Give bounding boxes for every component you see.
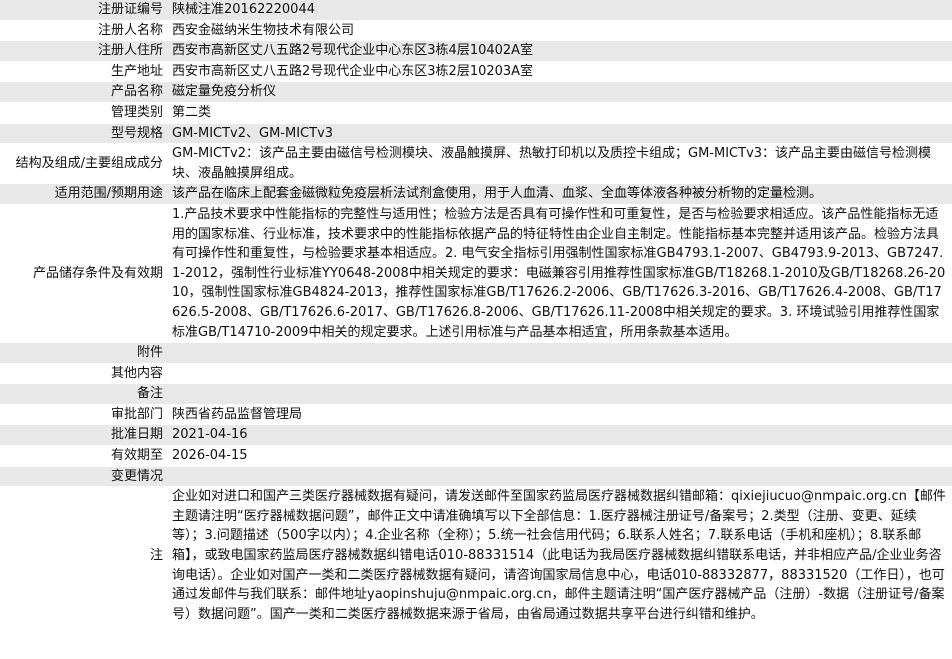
row-storage-validity: 产品储存条件及有效期 1.产品技术要求中性能指标的完整性与适用性；检验方法是否具… xyxy=(0,204,952,344)
row-registration-number: 注册证编号 陕械注准20162220044 xyxy=(0,0,952,21)
field-value xyxy=(168,342,952,364)
field-value: 陕械注准20162220044 xyxy=(168,0,952,21)
field-value: 磁定量免疫分析仪 xyxy=(168,81,952,103)
row-registrant-address: 注册人住所 西安市高新区丈八五路2号现代企业中心东区3栋4层10402A室 xyxy=(0,40,952,62)
field-label: 管理类别 xyxy=(0,102,168,124)
field-label: 有效期至 xyxy=(0,445,168,467)
row-management-category: 管理类别 第二类 xyxy=(0,102,952,124)
field-value: 2021-04-16 xyxy=(168,424,952,447)
field-value xyxy=(168,363,952,385)
field-value: 西安市高新区丈八五路2号现代企业中心东区3栋2层10203A室 xyxy=(168,61,952,83)
row-remarks: 备注 xyxy=(0,383,952,405)
field-label: 注册人住所 xyxy=(0,40,168,62)
field-value xyxy=(168,383,952,405)
row-intended-use: 适用范围/预期用途 该产品在临床上配套金磁微粒免疫层析法试剂盒使用，用于人血清、… xyxy=(0,183,952,205)
field-label: 附件 xyxy=(0,342,168,364)
row-production-address: 生产地址 西安市高新区丈八五路2号现代企业中心东区3栋2层10203A室 xyxy=(0,61,952,83)
field-label: 注册人名称 xyxy=(0,20,168,42)
field-label: 备注 xyxy=(0,383,168,405)
field-value: 该产品在临床上配套金磁微粒免疫层析法试剂盒使用，用于人血清、血浆、全血等体液各种… xyxy=(168,183,952,205)
field-value xyxy=(168,466,952,488)
field-label: 其他内容 xyxy=(0,363,168,385)
field-label: 审批部门 xyxy=(0,404,168,426)
field-label: 注 xyxy=(0,486,168,626)
field-label: 生产地址 xyxy=(0,61,168,83)
field-value: 西安市高新区丈八五路2号现代企业中心东区3栋4层10402A室 xyxy=(168,40,952,62)
field-value: 西安金磁纳米生物技术有限公司 xyxy=(168,20,952,42)
row-structure-composition: 结构及组成/主要组成成分 GM-MICTv2：该产品主要由磁信号检测模块、液晶触… xyxy=(0,143,952,185)
field-value: GM-MICTv2：该产品主要由磁信号检测模块、液晶触摸屏、热敏打印机以及质控卡… xyxy=(168,143,952,185)
row-approval-date: 批准日期 2021-04-16 xyxy=(0,424,952,447)
field-label: 注册证编号 xyxy=(0,0,168,21)
row-valid-until: 有效期至 2026-04-15 xyxy=(0,445,952,467)
field-value: 1.产品技术要求中性能指标的完整性与适用性；检验方法是否具有可操作性和可重复性，… xyxy=(168,204,952,344)
field-label: 变更情况 xyxy=(0,466,168,488)
field-value: GM-MICTv2、GM-MICTv3 xyxy=(168,123,952,145)
field-label: 批准日期 xyxy=(0,424,168,447)
row-approval-department: 审批部门 陕西省药品监督管理局 xyxy=(0,404,952,426)
field-value: 陕西省药品监督管理局 xyxy=(168,404,952,426)
field-label: 型号规格 xyxy=(0,123,168,145)
field-value: 2026-04-15 xyxy=(168,445,952,467)
row-model-spec: 型号规格 GM-MICTv2、GM-MICTv3 xyxy=(0,123,952,145)
row-attachment: 附件 xyxy=(0,342,952,364)
field-label: 产品储存条件及有效期 xyxy=(0,204,168,344)
field-value: 第二类 xyxy=(168,102,952,124)
registration-info-table: 注册证编号 陕械注准20162220044 注册人名称 西安金磁纳米生物技术有限… xyxy=(0,0,952,626)
row-registrant-name: 注册人名称 西安金磁纳米生物技术有限公司 xyxy=(0,20,952,42)
row-other-content: 其他内容 xyxy=(0,363,952,385)
field-value: 企业如对进口和国产三类医疗器械数据有疑问，请发送邮件至国家药监局医疗器械数据纠错… xyxy=(168,486,952,626)
field-label: 结构及组成/主要组成成分 xyxy=(0,143,168,185)
row-change-history: 变更情况 xyxy=(0,466,952,488)
field-label: 适用范围/预期用途 xyxy=(0,183,168,205)
field-label: 产品名称 xyxy=(0,81,168,103)
row-product-name: 产品名称 磁定量免疫分析仪 xyxy=(0,81,952,103)
row-note: 注 企业如对进口和国产三类医疗器械数据有疑问，请发送邮件至国家药监局医疗器械数据… xyxy=(0,486,952,626)
